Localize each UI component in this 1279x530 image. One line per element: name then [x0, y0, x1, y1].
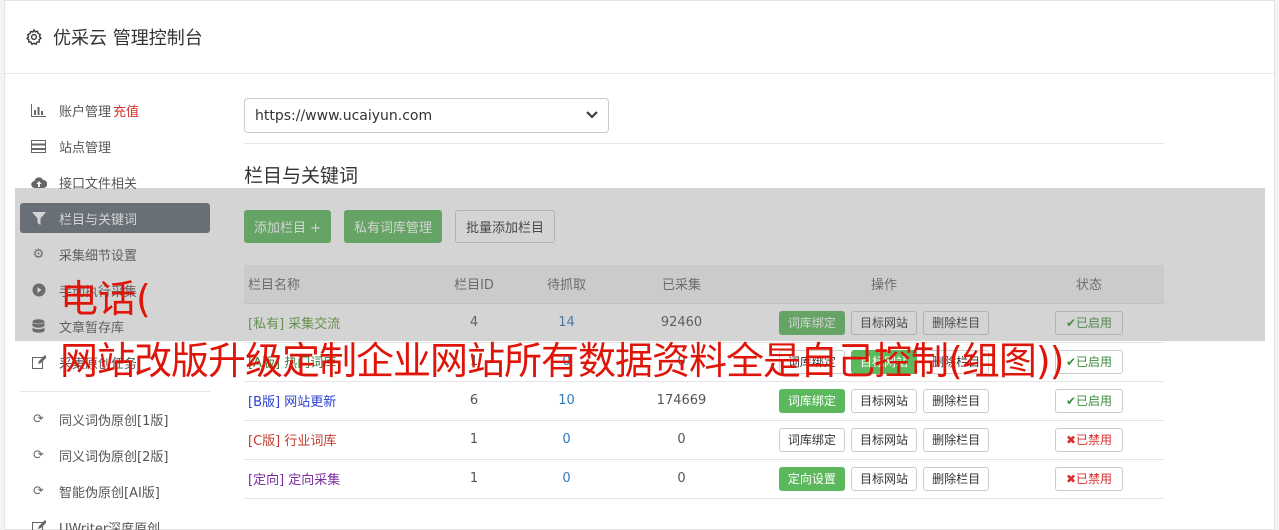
status-cell: ✖已禁用 — [1014, 459, 1164, 498]
sidebar-item-account[interactable]: 账户管理 充值 — [20, 95, 210, 125]
operations-cell: 词库绑定 目标网站 删除栏目 — [754, 420, 1014, 459]
status-label: 已禁用 — [1076, 471, 1113, 486]
sidebar-item-label: 同义词伪原创[2版] — [59, 449, 169, 465]
bar-chart-icon — [30, 102, 47, 119]
sidebar-item-label: 同义词伪原创[1版] — [59, 413, 169, 429]
watermark-line-1: 电话( — [60, 277, 151, 321]
delete-column-button[interactable]: 删除栏目 — [923, 388, 990, 413]
site-select-value: https://www.ucaiyun.com — [255, 107, 433, 124]
chevron-down-icon — [586, 109, 598, 122]
target-site-button[interactable]: 目标网站 — [850, 427, 917, 452]
sidebar-item-uwriter[interactable]: UWriter深度原创 — [20, 512, 210, 530]
target-site-button[interactable]: 目标网站 — [850, 466, 917, 491]
column-name-cell[interactable]: [B版] 网站更新 — [244, 381, 424, 420]
divider — [244, 143, 1164, 144]
watermark-overlay — [15, 188, 1265, 341]
status-cell: ✖已禁用 — [1014, 420, 1164, 459]
column-tag: [B版] — [248, 395, 281, 410]
header: 优采云 管理控制台 — [5, 1, 1274, 74]
operations-cell: 定向设置 目标网站 删除栏目 — [754, 459, 1014, 498]
directed-settings-button[interactable]: 定向设置 — [778, 466, 845, 491]
table-row: [定向] 定向采集 1 0 0 定向设置 目标网站 删除栏目 ✖已禁用 — [244, 459, 1164, 498]
refresh-icon: ⟳ — [33, 447, 44, 463]
sidebar-item-synonym-v1[interactable]: ⟳ 同义词伪原创[1版] — [20, 404, 210, 434]
operations-cell: 词库绑定 目标网站 删除栏目 — [754, 381, 1014, 420]
collected-count: 0 — [677, 471, 686, 486]
sidebar-item-label: 站点管理 — [59, 140, 112, 156]
edit-icon — [30, 354, 47, 371]
sidebar-item-label: 账户管理 — [59, 104, 112, 120]
sidebar-item-synonym-v2[interactable]: ⟳ 同义词伪原创[2版] — [20, 440, 210, 470]
status-label: 已启用 — [1076, 393, 1113, 408]
pending-count[interactable]: 0 — [524, 420, 609, 459]
sidebar-item-label: UWriter深度原创 — [59, 521, 161, 530]
delete-column-button[interactable]: 删除栏目 — [923, 427, 990, 452]
column-id: 6 — [469, 393, 479, 408]
column-name: 定向采集 — [288, 473, 341, 488]
refresh-icon: ⟳ — [33, 411, 44, 427]
section-title: 栏目与关键词 — [244, 165, 359, 187]
column-id: 1 — [469, 432, 479, 447]
status-label: 已禁用 — [1076, 432, 1113, 447]
server-icon — [30, 138, 47, 155]
close-icon: ✖ — [1065, 432, 1077, 447]
column-tag: [C版] — [248, 434, 281, 449]
sidebar-item-sites[interactable]: 站点管理 — [20, 131, 210, 161]
status-label: 已启用 — [1076, 354, 1113, 369]
recharge-link[interactable]: 充值 — [113, 101, 139, 120]
bind-lib-button[interactable]: 词库绑定 — [778, 388, 845, 413]
table-row: [C版] 行业词库 1 0 0 词库绑定 目标网站 删除栏目 ✖已禁用 — [244, 420, 1164, 459]
column-tag: [定向] — [248, 473, 285, 488]
column-name: 行业词库 — [284, 434, 337, 449]
refresh-icon: ⟳ — [33, 483, 44, 499]
pending-count[interactable]: 10 — [524, 381, 609, 420]
check-icon: ✔ — [1065, 393, 1077, 408]
site-select[interactable]: https://www.ucaiyun.com — [244, 98, 609, 133]
edit-icon — [30, 519, 47, 530]
status-toggle[interactable]: ✖已禁用 — [1054, 466, 1124, 491]
collected-count: 174669 — [656, 393, 707, 408]
sidebar-divider — [20, 391, 210, 392]
bind-lib-button[interactable]: 词库绑定 — [778, 427, 845, 452]
column-name-cell[interactable]: [C版] 行业词库 — [244, 420, 424, 459]
column-id: 1 — [469, 471, 479, 486]
sidebar-item-label: 智能伪原创[AI版] — [59, 485, 160, 501]
status-toggle[interactable]: ✖已禁用 — [1054, 427, 1124, 452]
column-name: 网站更新 — [284, 395, 337, 410]
column-name-cell[interactable]: [定向] 定向采集 — [244, 459, 424, 498]
check-icon: ✔ — [1065, 354, 1077, 369]
watermark-line-2: 网站改版升级定制企业网站所有数据资料全是自己控制(组图)) — [60, 339, 1064, 383]
status-toggle[interactable]: ✔已启用 — [1054, 349, 1124, 374]
pending-count[interactable]: 0 — [524, 459, 609, 498]
sidebar-item-ai-rewrite[interactable]: ⟳ 智能伪原创[AI版] — [20, 476, 210, 506]
collected-count: 0 — [677, 432, 686, 447]
gear-icon — [25, 28, 43, 46]
close-icon: ✖ — [1065, 471, 1077, 486]
table-row: [B版] 网站更新 6 10 174669 词库绑定 目标网站 删除栏目 ✔已启… — [244, 381, 1164, 420]
delete-column-button[interactable]: 删除栏目 — [923, 466, 990, 491]
page-title: 优采云 管理控制台 — [53, 28, 203, 49]
status-toggle[interactable]: ✔已启用 — [1054, 388, 1124, 413]
status-cell: ✔已启用 — [1014, 381, 1164, 420]
target-site-button[interactable]: 目标网站 — [850, 388, 917, 413]
